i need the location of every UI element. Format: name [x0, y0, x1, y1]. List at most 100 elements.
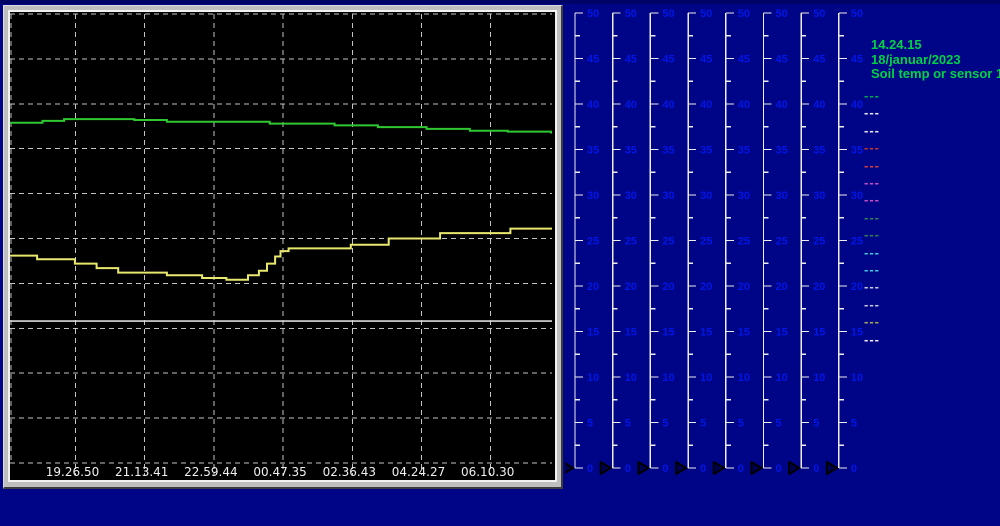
- scale-label: 15: [587, 327, 599, 339]
- legend-item: ---: [864, 230, 880, 240]
- scale-label: 15: [851, 327, 863, 339]
- legend-item: ---: [864, 178, 880, 188]
- scale-label: 5: [662, 418, 668, 430]
- scale-label: 25: [738, 236, 750, 248]
- scale-label: 5: [700, 418, 706, 430]
- series-soil-temp-yellow-line: [10, 229, 552, 280]
- scale-label: 45: [662, 54, 674, 66]
- scale-label: 50: [700, 8, 712, 20]
- scale-label: 40: [700, 99, 712, 111]
- trend-chart-panel: 19.26.5021.13.4122.59.4400.47.3502.36.43…: [3, 5, 563, 489]
- scale-label: 0: [776, 463, 782, 475]
- scale-label: 40: [625, 99, 637, 111]
- scale-label: 40: [587, 99, 599, 111]
- scale-label: 10: [738, 372, 750, 384]
- legend-item: ---: [864, 317, 880, 327]
- scale-pointer-icon[interactable]: [638, 462, 648, 474]
- scale-label: 45: [587, 54, 599, 66]
- scale-label: 0: [700, 463, 706, 475]
- scale-label: 10: [625, 372, 637, 384]
- scale-label: 45: [776, 54, 788, 66]
- scale-label: 35: [700, 145, 712, 157]
- x-axis-label: 06.10.30: [453, 465, 523, 479]
- scale-label: 45: [625, 54, 637, 66]
- scale-label: 45: [738, 54, 750, 66]
- scale-label: 10: [813, 372, 825, 384]
- scale-label: 5: [851, 418, 857, 430]
- scale-pointer-icon[interactable]: [676, 462, 686, 474]
- series-soil-temp-green-line: [10, 119, 552, 132]
- scale-label: 0: [625, 463, 631, 475]
- scale-label: 40: [851, 99, 863, 111]
- scale-pointer-icon[interactable]: [601, 462, 611, 474]
- scale-label: 15: [662, 327, 674, 339]
- sensor-legend: ----------------------------------------…: [864, 0, 994, 526]
- legend-item: ---: [864, 300, 880, 310]
- scale-label: 50: [662, 8, 674, 20]
- x-axis-label: 04.24.27: [384, 465, 454, 479]
- legend-item: ---: [864, 335, 880, 345]
- legend-item: ---: [864, 161, 880, 171]
- scale-label: 25: [851, 236, 863, 248]
- scale-label: 20: [625, 281, 637, 293]
- scale-label: 20: [776, 281, 788, 293]
- scale-pointer-icon[interactable]: [827, 462, 837, 474]
- scale-label: 0: [813, 463, 819, 475]
- legend-item: ---: [864, 126, 880, 136]
- scale-pointer-icon[interactable]: [789, 462, 799, 474]
- scale-pointer-icon[interactable]: [565, 462, 573, 474]
- legend-item: ---: [864, 195, 880, 205]
- scale-label: 45: [700, 54, 712, 66]
- x-axis-label: 00.47.35: [245, 465, 315, 479]
- scale-label: 25: [776, 236, 788, 248]
- vertical-scale: 50454035302520151050: [714, 8, 750, 475]
- scale-label: 50: [813, 8, 825, 20]
- scale-label: 40: [776, 99, 788, 111]
- vertical-scale: 50454035302520151050: [601, 8, 637, 475]
- scale-label: 25: [813, 236, 825, 248]
- scale-label: 25: [662, 236, 674, 248]
- scale-label: 45: [851, 54, 863, 66]
- x-axis-label: 19.26.50: [38, 465, 108, 479]
- scale-label: 35: [625, 145, 637, 157]
- scale-label: 30: [587, 190, 599, 202]
- scale-label: 35: [738, 145, 750, 157]
- scale-label: 0: [738, 463, 744, 475]
- scale-label: 30: [776, 190, 788, 202]
- legend-item: ---: [864, 143, 880, 153]
- scale-label: 15: [776, 327, 788, 339]
- scale-label: 0: [587, 463, 593, 475]
- scale-label: 30: [851, 190, 863, 202]
- scale-label: 10: [776, 372, 788, 384]
- scale-label: 25: [587, 236, 599, 248]
- scale-label: 20: [700, 281, 712, 293]
- legend-item: ---: [864, 265, 880, 275]
- scale-label: 50: [851, 8, 863, 20]
- scale-label: 25: [625, 236, 637, 248]
- scale-label: 30: [738, 190, 750, 202]
- scale-label: 35: [587, 145, 599, 157]
- scale-label: 50: [625, 8, 637, 20]
- scale-label: 35: [851, 145, 863, 157]
- scale-label: 10: [700, 372, 712, 384]
- scale-label: 35: [662, 145, 674, 157]
- scale-label: 15: [625, 327, 637, 339]
- scale-label: 0: [851, 463, 857, 475]
- scale-pointer-icon[interactable]: [714, 462, 724, 474]
- vertical-scale: 50454035302520151050: [827, 8, 863, 475]
- scale-pointer-icon[interactable]: [752, 462, 762, 474]
- scale-label: 20: [662, 281, 674, 293]
- scale-label: 20: [738, 281, 750, 293]
- vertical-scale: 50454035302520151050: [565, 8, 599, 475]
- scale-label: 30: [625, 190, 637, 202]
- scale-label: 35: [813, 145, 825, 157]
- scale-label: 25: [700, 236, 712, 248]
- scale-label: 20: [587, 281, 599, 293]
- vertical-scale: 50454035302520151050: [676, 8, 712, 475]
- scale-label: 0: [662, 463, 668, 475]
- legend-item: ---: [864, 91, 880, 101]
- scale-label: 20: [851, 281, 863, 293]
- x-axis-label: 22.59.44: [176, 465, 246, 479]
- x-axis: 19.26.5021.13.4122.59.4400.47.3502.36.43…: [10, 465, 552, 479]
- scale-label: 15: [813, 327, 825, 339]
